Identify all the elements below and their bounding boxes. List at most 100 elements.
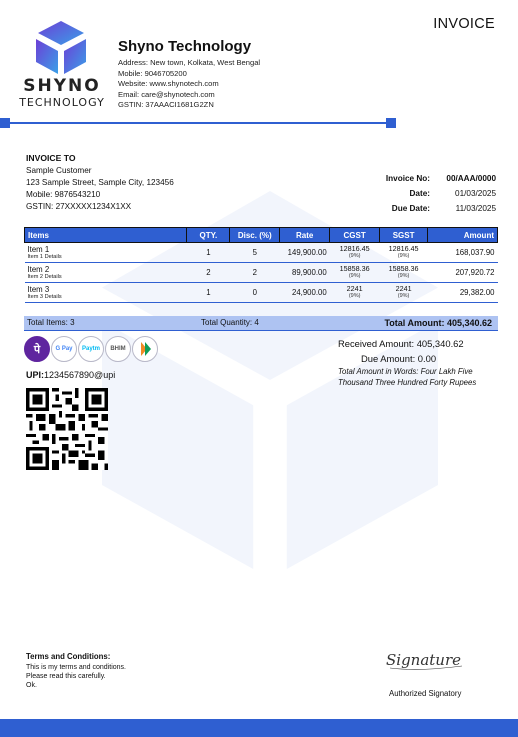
discount-cell: 5 [229, 242, 280, 263]
col-header-discount: Disc. (%) [229, 227, 281, 243]
upi-label: UPI: [26, 370, 44, 380]
table-row: Item 1 Item 1 Details 1 5 149,900.00 1281… [24, 242, 498, 263]
company-address: Address: New town, Kolkata, West Bengal [118, 58, 261, 67]
col-header-items: Items [23, 227, 188, 243]
date-label: Date: [409, 189, 430, 198]
item-cell: Item 1 Item 1 Details [24, 242, 187, 263]
item-cell: Item 3 Item 3 Details [24, 282, 187, 303]
sgst-amount: 2241 [395, 284, 412, 293]
terms-line: Ok. [26, 682, 37, 689]
table-header-row: Items QTY. Disc. (%) Rate CGST SGST Amou… [23, 227, 498, 243]
rate-cell: 89,900.00 [279, 262, 330, 283]
header-divider [4, 122, 392, 124]
col-header-cgst: CGST [329, 227, 381, 243]
item-name: Item 3 [27, 284, 50, 294]
company-gstin: GSTIN: 37AAACI1681G2ZN [118, 100, 214, 109]
cgst-percent: (9%) [348, 273, 361, 279]
terms-line: This is my terms and conditions. [26, 664, 126, 671]
col-header-qty: QTY. [186, 227, 231, 243]
customer-name: Sample Customer [26, 166, 92, 175]
total-quantity: Total Quantity: 4 [201, 318, 259, 327]
item-details: Item 1 Details [27, 253, 62, 260]
divider-left-marker [0, 118, 10, 128]
due-date-row: Due Date: 11/03/2025 [340, 201, 496, 216]
invoice-no-row: Invoice No: 00/AAA/0000 [340, 171, 496, 186]
cgst-percent: (9%) [348, 293, 361, 299]
bill-to-block: INVOICE TO Sample Customer 123 Sample St… [26, 152, 174, 213]
cgst-amount: 12816.45 [339, 244, 370, 253]
cgst-cell: 2241 (9%) [329, 282, 380, 303]
terms-block: Terms and Conditions: This is my terms a… [26, 652, 126, 690]
customer-gstin: GSTIN: 27XXXXX1234X1XX [26, 202, 132, 211]
bill-to-heading: INVOICE TO [26, 153, 76, 163]
cgst-amount: 15858.36 [339, 264, 370, 273]
invoice-title: INVOICE [433, 16, 495, 32]
table-row: Item 3 Item 3 Details 1 0 24,900.00 2241(… [24, 282, 498, 303]
sgst-amount: 15858.36 [388, 264, 419, 273]
cgst-cell: 15858.36 (9%) [329, 262, 380, 283]
cgst-cell: 12816.45 (9%) [329, 242, 380, 263]
terms-title: Terms and Conditions: [26, 652, 111, 661]
signature-script: Signature [386, 651, 461, 669]
authorized-signatory-label: Authorized Signatory [389, 689, 462, 698]
sgst-cell: 15858.36 (9%) [379, 262, 428, 283]
upi-value: 1234567890@upi [44, 370, 116, 380]
discount-cell: 2 [229, 262, 280, 283]
bhim-icon: BHIM [105, 336, 131, 362]
rate-cell: 149,900.00 [279, 242, 330, 263]
divider-right-marker [386, 118, 396, 128]
customer-mobile: Mobile: 9876543210 [26, 190, 101, 199]
amount-cell: 29,382.00 [427, 282, 498, 303]
terms-line: Please read this carefully. [26, 673, 106, 680]
qty-cell: 2 [186, 262, 230, 283]
sgst-amount: 12816.45 [388, 244, 419, 253]
item-details: Item 2 Details [27, 273, 62, 280]
received-amount: Received Amount: 405,340.62 [338, 338, 464, 349]
signature-image: Signature [386, 651, 463, 670]
item-name: Item 2 [27, 264, 50, 274]
amount-cell: 207,920.72 [427, 262, 498, 283]
company-name: Shyno Technology [118, 38, 252, 55]
cgst-percent: (9%) [348, 253, 361, 259]
invoice-no-value: 00/AAA/0000 [446, 174, 496, 183]
table-row: Item 2 Item 2 Details 2 2 89,900.00 15858… [24, 262, 498, 283]
phonepe-icon: पे [24, 336, 50, 362]
qty-cell: 1 [186, 282, 230, 303]
amount-cell: 168,037.90 [427, 242, 498, 263]
invoice-meta: Invoice No: 00/AAA/0000 Date: 01/03/2025… [340, 171, 496, 216]
total-amount: Total Amount: 405,340.62 [384, 317, 492, 328]
items-table: Items QTY. Disc. (%) Rate CGST SGST Amou… [23, 227, 498, 303]
item-details: Item 3 Details [27, 293, 62, 300]
logo-name: SHYNO [23, 76, 101, 96]
qr-code-icon [26, 388, 108, 470]
upi-id: UPI:1234567890@upi [26, 370, 115, 380]
due-date-value: 11/03/2025 [455, 204, 496, 213]
col-header-amount: Amount [427, 227, 498, 243]
company-mobile: Mobile: 9046705200 [118, 68, 187, 78]
customer-address: 123 Sample Street, Sample City, 123456 [26, 178, 174, 187]
company-website: Website: www.shynotech.com [118, 79, 219, 88]
item-name: Item 1 [27, 244, 50, 254]
qty-cell: 1 [186, 242, 230, 263]
col-header-sgst: SGST [379, 227, 429, 243]
date-row: Date: 01/03/2025 [340, 186, 496, 201]
footer-bar [0, 719, 518, 737]
due-date-label: Due Date: [391, 204, 430, 213]
logo-subname: TECHNOLOGY [19, 96, 105, 109]
logo-wordmark: SHYNO TECHNOLOGY [16, 76, 108, 109]
sgst-cell: 12816.45 (9%) [379, 242, 428, 263]
sgst-percent: (9%) [397, 293, 410, 299]
total-items: Total Items: 3 [27, 318, 75, 327]
sgst-percent: (9%) [397, 273, 410, 279]
payment-icons: पे G Pay Paytm BHIM [24, 336, 158, 362]
upi-icon [132, 336, 158, 362]
gpay-icon: G Pay [51, 336, 77, 362]
item-cell: Item 2 Item 2 Details [24, 262, 187, 283]
invoice-no-label: Invoice No: [385, 174, 430, 183]
sgst-percent: (9%) [397, 253, 410, 259]
company-info: Address: New town, Kolkata, West Bengal … [118, 58, 260, 111]
company-email: Email: care@shynotech.com [118, 89, 215, 99]
sgst-cell: 2241 (9%) [379, 282, 428, 303]
amount-in-words: Total Amount in Words: Four Lakh Five Th… [338, 367, 477, 387]
col-header-rate: Rate [279, 227, 331, 243]
